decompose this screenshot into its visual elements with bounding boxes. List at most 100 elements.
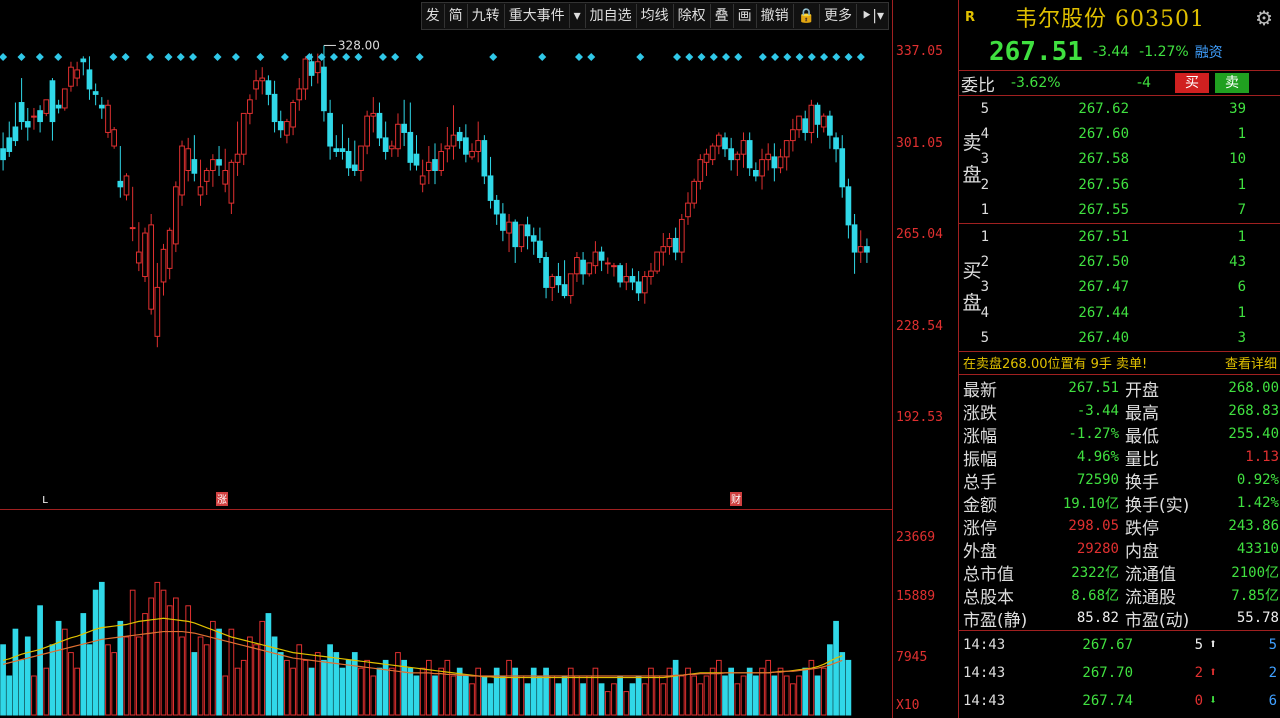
volume-bar xyxy=(18,659,25,716)
toolbar-item[interactable]: 叠 xyxy=(711,4,734,28)
tick-time: 14:43 xyxy=(963,664,1006,681)
event-diamond-icon xyxy=(109,53,118,61)
candle-body xyxy=(74,69,80,79)
event-diamond-icon xyxy=(189,53,198,61)
ask-row[interactable]: 1 267.55 7 xyxy=(959,198,1280,223)
volume-chart[interactable] xyxy=(0,510,892,718)
candle-body xyxy=(364,115,370,147)
candle-body xyxy=(432,159,438,171)
toolbar-item[interactable]: 加自选 xyxy=(586,4,637,28)
event-mark-c: 财 xyxy=(731,493,741,506)
ask-row[interactable]: 4 267.60 1 xyxy=(959,121,1280,146)
ask-side-char: 盘 xyxy=(962,164,982,187)
volume-bar xyxy=(512,667,519,716)
volume-bar xyxy=(783,675,790,716)
ask-price: 267.62 xyxy=(1078,100,1129,117)
kline-chart-area[interactable]: 328.00 L 涨 财 发简九转 重大事件 ▾ 加自选 均线 除权叠画撤销 🔒 更多 ⯈|▾ 337… xyxy=(0,0,943,718)
candle-body xyxy=(561,284,568,297)
event-diamond-icon xyxy=(378,53,387,61)
candle-body xyxy=(284,121,290,136)
ask-price: 267.58 xyxy=(1078,151,1129,168)
toolbar-item[interactable]: 均线 xyxy=(637,4,674,28)
toolbar-item[interactable]: 除权 xyxy=(674,4,711,28)
candle-body xyxy=(857,246,864,253)
candle-body xyxy=(173,186,179,245)
toolbar-item[interactable]: 撤销 xyxy=(757,4,794,28)
volume-bar xyxy=(777,667,784,716)
bid-row[interactable]: 5 267.40 3 xyxy=(959,326,1280,351)
toolbar-item[interactable]: ▾ xyxy=(570,4,586,28)
toolbar-item[interactable]: ⯈|▾ xyxy=(857,4,888,28)
bid-price: 267.40 xyxy=(1078,330,1129,347)
price-chart[interactable]: 328.00 L 涨 财 xyxy=(0,0,892,509)
volume-bar xyxy=(135,636,142,716)
notice-detail-link[interactable]: 查看详细 xyxy=(1225,353,1277,372)
bid-row[interactable]: 3 267.47 6 xyxy=(959,275,1280,300)
ask-qty: 1 xyxy=(1237,126,1246,143)
stat-value: -3.44 xyxy=(1076,403,1119,420)
stat-value: -1.27% xyxy=(1068,426,1119,443)
candle-body xyxy=(6,137,13,152)
margin-badge[interactable]: 融资 xyxy=(1195,42,1223,62)
volume-bar xyxy=(537,675,543,716)
tick-count: 5 xyxy=(1268,636,1277,653)
volume-bar xyxy=(68,652,74,716)
volume-bar xyxy=(493,667,500,716)
candle-body xyxy=(135,251,142,264)
candle-body xyxy=(185,148,192,171)
bid-row[interactable]: 2 267.50 43 xyxy=(959,249,1280,274)
candle-body xyxy=(740,140,747,155)
arrow-up-icon: ⬆ xyxy=(1209,665,1217,681)
volume-bar xyxy=(790,683,796,716)
ask-row[interactable]: 3 267.58 10 xyxy=(959,147,1280,172)
toolbar-item[interactable]: 🔒 xyxy=(794,4,821,28)
weibi-pct: -3.62% xyxy=(1011,75,1061,91)
chart-toolbar: 发简九转 重大事件 ▾ 加自选 均线 除权叠画撤销 🔒 更多 ⯈|▾ xyxy=(420,2,889,30)
candle-body xyxy=(302,58,309,90)
stat-row: 市盈(静) 85.82 市盈(动) 55.78 xyxy=(959,607,1280,631)
stat-label: 振幅 xyxy=(963,449,997,470)
stat-value: 72590 xyxy=(1076,472,1119,489)
volume-bar xyxy=(345,659,352,716)
event-diamond-icon xyxy=(17,53,26,61)
toolbar-item[interactable]: 发 xyxy=(422,4,445,28)
candle-body xyxy=(715,134,722,147)
candle-body xyxy=(549,276,556,288)
stat-label: 市盈(静) xyxy=(963,610,1028,631)
candle-body xyxy=(129,227,136,230)
ask-row[interactable]: 5 267.62 39 xyxy=(959,96,1280,121)
gear-icon[interactable]: ⚙ xyxy=(1255,6,1273,30)
candle-body xyxy=(222,170,229,185)
stats-table: 最新 267.51 开盘 268.00 涨跌 -3.44 最高 268.83 涨幅 -1.27% 最… xyxy=(959,375,1280,631)
candle-body xyxy=(654,251,660,272)
stat-label: 涨跌 xyxy=(963,403,997,424)
volume-axis-tick: 7945 xyxy=(896,650,928,665)
buy-button[interactable]: 买 xyxy=(1175,73,1209,93)
stat-value: 1.42% xyxy=(1236,495,1279,512)
bid-row[interactable]: 1 267.51 1 xyxy=(959,224,1280,249)
candle-body xyxy=(703,153,710,163)
toolbar-item[interactable]: 重大事件 xyxy=(505,4,570,28)
toolbar-item[interactable]: 画 xyxy=(734,4,757,28)
volume-bar xyxy=(49,644,56,716)
toolbar-item[interactable]: 简 xyxy=(445,4,468,28)
event-diamond-icon xyxy=(231,53,240,61)
candle-body xyxy=(512,221,519,248)
tick-count: 2 xyxy=(1268,664,1277,681)
ask-side-char: 卖 xyxy=(962,132,982,155)
bid-row[interactable]: 4 267.44 1 xyxy=(959,300,1280,325)
candle-body xyxy=(790,129,796,142)
candle-body xyxy=(271,93,278,123)
volume-bar xyxy=(586,675,593,716)
volume-bar xyxy=(247,636,253,716)
candle-body xyxy=(191,159,198,174)
candle-body xyxy=(765,153,772,161)
candle-body xyxy=(12,126,19,142)
ask-row[interactable]: 2 267.56 1 xyxy=(959,172,1280,197)
toolbar-item[interactable]: 更多 xyxy=(820,4,858,28)
candle-body xyxy=(55,104,62,109)
tick-list[interactable]: 14:43 267.67 5 ⬆ 5 14:43 267.70 2 ⬆ 2 14:43 267.74 0… xyxy=(959,631,1280,715)
toolbar-item[interactable]: 九转 xyxy=(468,4,505,28)
event-diamond-icon xyxy=(342,53,351,61)
sell-button[interactable]: 卖 xyxy=(1215,73,1249,93)
